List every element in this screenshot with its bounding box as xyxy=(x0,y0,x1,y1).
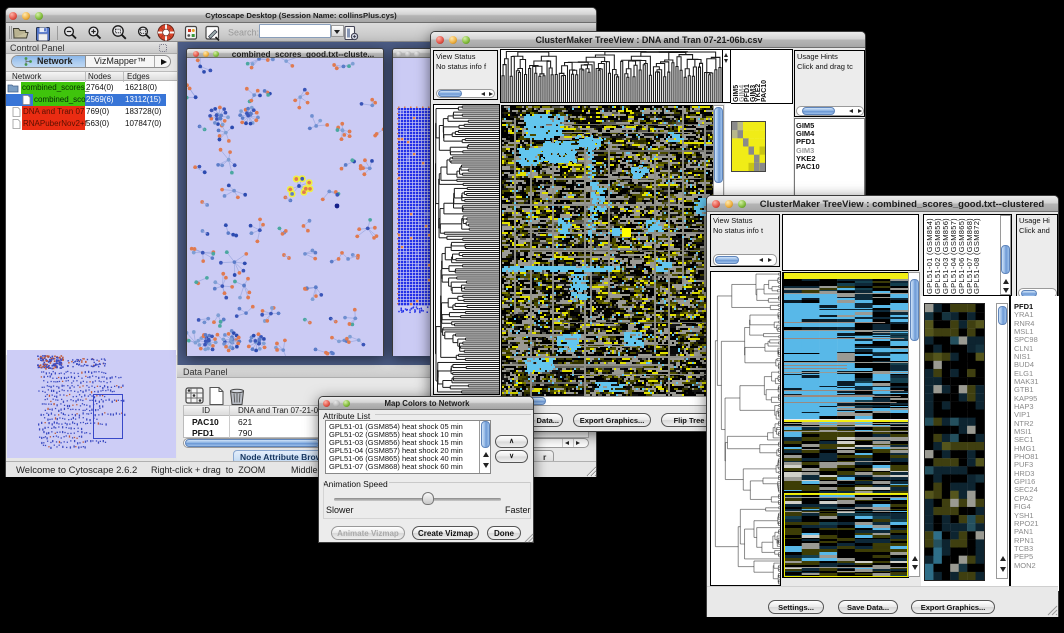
svg-text:Search:: Search: xyxy=(228,28,259,38)
